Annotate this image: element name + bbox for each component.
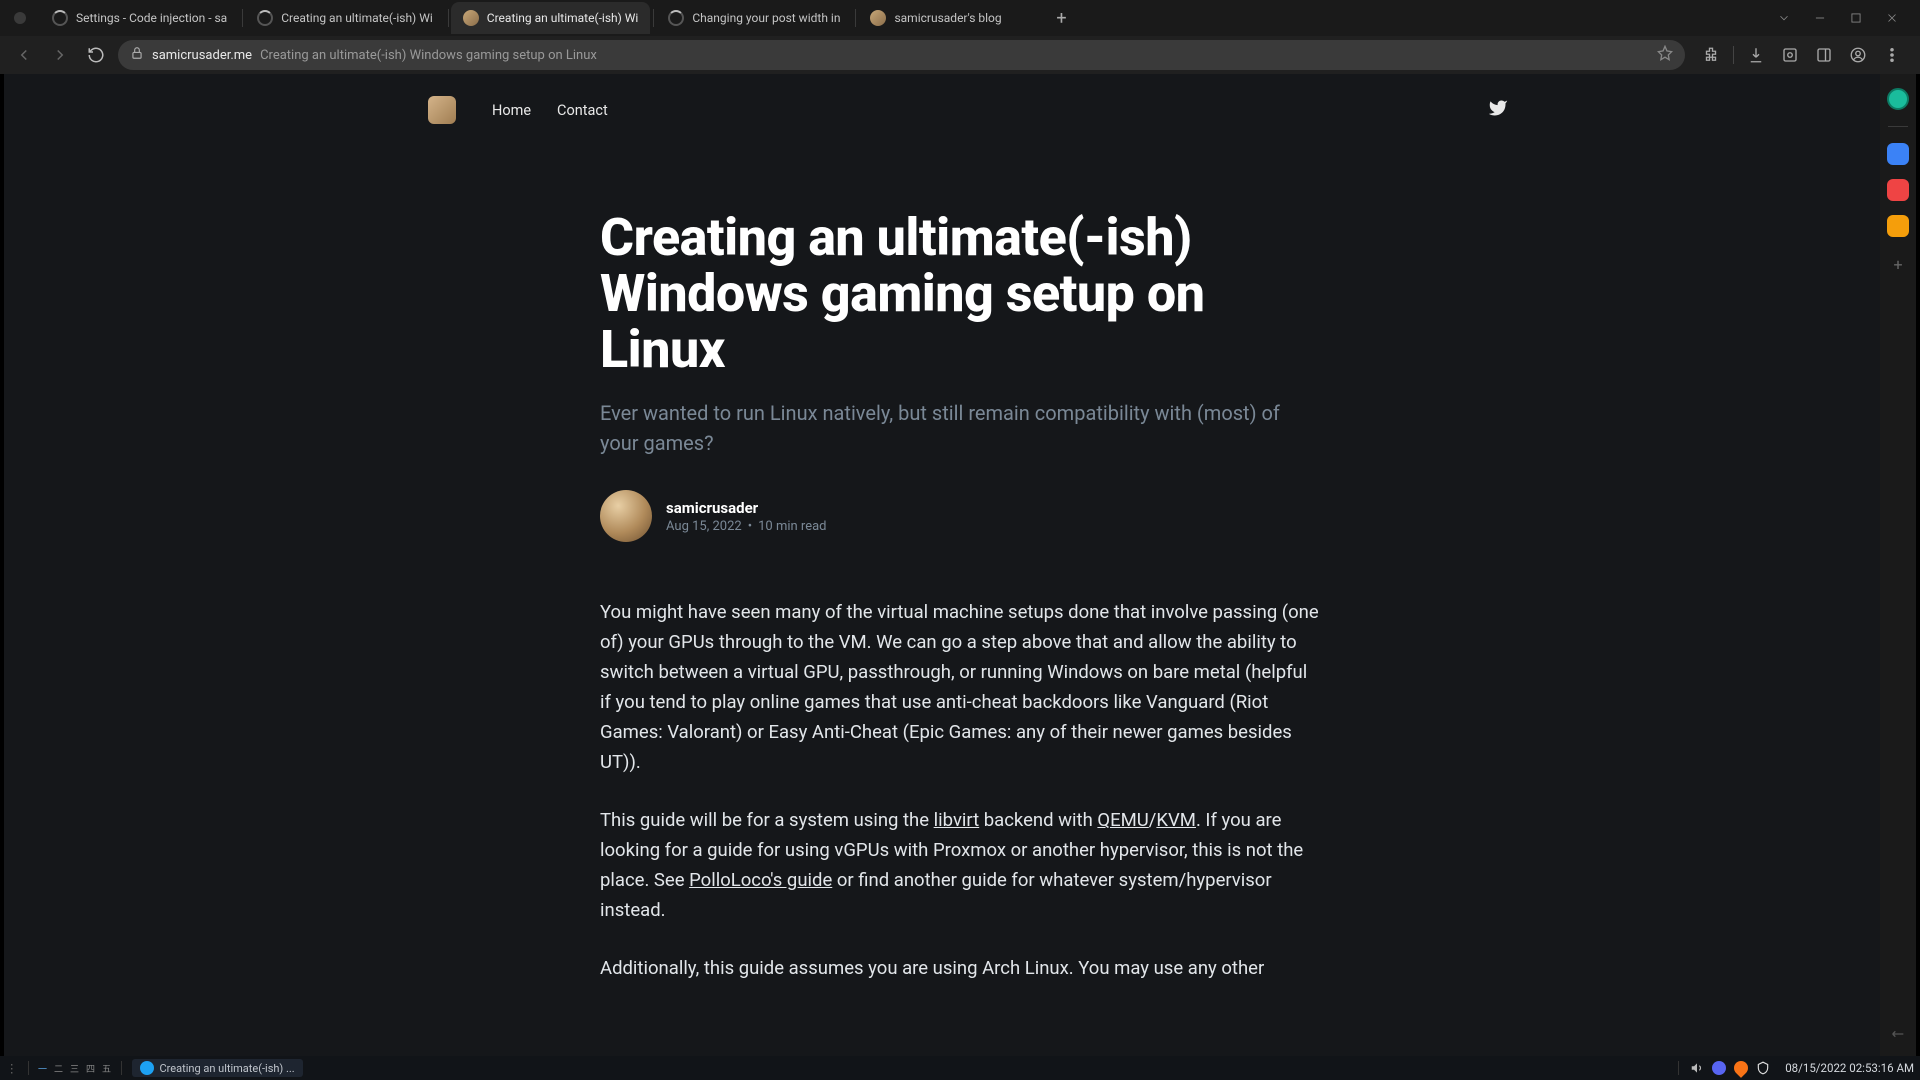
sidebar-settings-icon[interactable] (1890, 1026, 1906, 1046)
taskbar: ⋮ 一 二 三 四 五 Creating an ultimate(-ish) .… (0, 1056, 1920, 1080)
reload-button[interactable] (82, 41, 110, 69)
link-pololoco[interactable]: PolloLoco's guide (689, 869, 832, 891)
tab-4[interactable]: samicrusader's blog (858, 2, 1038, 34)
page-viewport: Home Contact Creating an ultimate(-ish) … (4, 74, 1916, 1056)
article-title: Creating an ultimate(-ish) Windows gamin… (600, 210, 1320, 378)
forward-button[interactable] (46, 41, 74, 69)
link-libvirt[interactable]: libvirt (934, 809, 980, 831)
workspace-4[interactable]: 四 (85, 1062, 97, 1074)
workspace-1[interactable]: 一 (37, 1062, 49, 1074)
discord-icon[interactable] (1711, 1060, 1727, 1076)
site-logo[interactable] (428, 96, 456, 124)
window-dot-icon (14, 12, 26, 24)
twitter-icon[interactable] (1488, 98, 1508, 122)
article: Creating an ultimate(-ish) Windows gamin… (600, 210, 1320, 984)
address-bar[interactable]: samicrusader.me Creating an ultimate(-is… (118, 40, 1685, 70)
maximize-button[interactable] (1842, 4, 1870, 32)
tab-title: samicrusader's blog (894, 11, 1026, 25)
tab-title: Creating an ultimate(-ish) Wi (281, 11, 433, 25)
back-button[interactable] (10, 41, 38, 69)
volume-icon[interactable] (1689, 1060, 1705, 1076)
flame-icon[interactable] (1733, 1060, 1749, 1076)
tab-3[interactable]: Changing your post width in (656, 2, 852, 34)
profile-icon[interactable] (1846, 43, 1870, 67)
chevron-down-icon[interactable] (1770, 4, 1798, 32)
nav-contact[interactable]: Contact (557, 102, 608, 119)
taskbar-app[interactable]: Creating an ultimate(-ish) ... (132, 1059, 303, 1077)
taskbar-separator (1678, 1061, 1679, 1075)
ext-icon-2[interactable] (1887, 143, 1909, 165)
menu-icon[interactable] (1880, 43, 1904, 67)
screenshot-icon[interactable] (1778, 43, 1802, 67)
link-kvm[interactable]: KVM (1156, 809, 1196, 831)
taskbar-app-title: Creating an ultimate(-ish) ... (160, 1062, 295, 1075)
taskbar-handle-icon[interactable]: ⋮ (6, 1061, 18, 1075)
site-header: Home Contact (360, 74, 1560, 146)
nav-home[interactable]: Home (492, 102, 531, 119)
article-read-time: 10 min read (758, 519, 826, 534)
link-qemu[interactable]: QEMU (1097, 809, 1148, 831)
site-nav: Home Contact (492, 102, 608, 119)
browser-chrome: Settings - Code injection - sa Creating … (0, 0, 1920, 74)
workspace-3[interactable]: 三 (69, 1062, 81, 1074)
system-tray: 08/15/2022 02:53:16 AM (1674, 1060, 1914, 1076)
tab-1[interactable]: Creating an ultimate(-ish) Wi (245, 2, 445, 34)
tab-strip: Settings - Code injection - sa Creating … (0, 0, 1920, 36)
app-icon (140, 1061, 154, 1075)
ext-separator (1888, 126, 1908, 127)
workspace-5[interactable]: 五 (101, 1062, 113, 1074)
loading-icon (668, 10, 684, 26)
byline: samicrusader Aug 15, 2022•10 min read (600, 490, 1320, 542)
tab-title: Creating an ultimate(-ish) Wi (487, 11, 639, 25)
taskbar-separator (28, 1061, 29, 1075)
article-body: You might have seen many of the virtual … (600, 598, 1320, 984)
sidebar-toggle-icon[interactable] (1812, 43, 1836, 67)
tab-2-active[interactable]: Creating an ultimate(-ish) Wi (451, 2, 651, 34)
loading-icon (52, 10, 68, 26)
paragraph-2: This guide will be for a system using th… (600, 806, 1320, 926)
add-extension-button[interactable]: + (1893, 255, 1902, 274)
workspace-switcher: 一 二 三 四 五 (37, 1062, 113, 1074)
article-meta: Aug 15, 2022•10 min read (666, 519, 827, 534)
tab-separator (448, 9, 449, 27)
tab-separator (242, 9, 243, 27)
extensions-icon[interactable] (1699, 43, 1723, 67)
tab-0[interactable]: Settings - Code injection - sa (40, 2, 239, 34)
browser-toolbar: samicrusader.me Creating an ultimate(-is… (0, 36, 1920, 74)
author-name[interactable]: samicrusader (666, 499, 827, 517)
article-date: Aug 15, 2022 (666, 519, 742, 534)
tab-title: Settings - Code injection - sa (76, 11, 227, 25)
lock-icon (130, 46, 144, 64)
site-favicon-icon (463, 10, 479, 26)
tab-title: Changing your post width in (692, 11, 840, 25)
extension-sidebar: + (1880, 74, 1916, 1056)
new-tab-button[interactable]: + (1047, 4, 1075, 32)
clock[interactable]: 08/15/2022 02:53:16 AM (1785, 1061, 1914, 1075)
site-favicon-icon (870, 10, 886, 26)
tab-separator (855, 9, 856, 27)
bookmark-star-icon[interactable] (1657, 45, 1673, 65)
ext-icon-3[interactable] (1887, 179, 1909, 201)
tab-separator (653, 9, 654, 27)
ext-icon-4[interactable] (1887, 215, 1909, 237)
workspace-2[interactable]: 二 (53, 1062, 65, 1074)
article-subtitle: Ever wanted to run Linux natively, but s… (600, 398, 1280, 458)
downloads-icon[interactable] (1744, 43, 1768, 67)
toolbar-right (1693, 43, 1910, 67)
toolbar-separator (1733, 46, 1734, 64)
minimize-button[interactable] (1806, 4, 1834, 32)
url-domain: samicrusader.me (152, 48, 252, 63)
taskbar-separator (121, 1061, 122, 1075)
paragraph-3: Additionally, this guide assumes you are… (600, 954, 1320, 984)
window-controls (1764, 4, 1912, 32)
paragraph-1: You might have seen many of the virtual … (600, 598, 1320, 778)
author-avatar[interactable] (600, 490, 652, 542)
close-button[interactable] (1878, 4, 1906, 32)
loading-icon (257, 10, 273, 26)
ext-icon-1[interactable] (1887, 88, 1909, 110)
url-path: Creating an ultimate(-ish) Windows gamin… (260, 48, 597, 63)
shield-icon[interactable] (1755, 1060, 1771, 1076)
